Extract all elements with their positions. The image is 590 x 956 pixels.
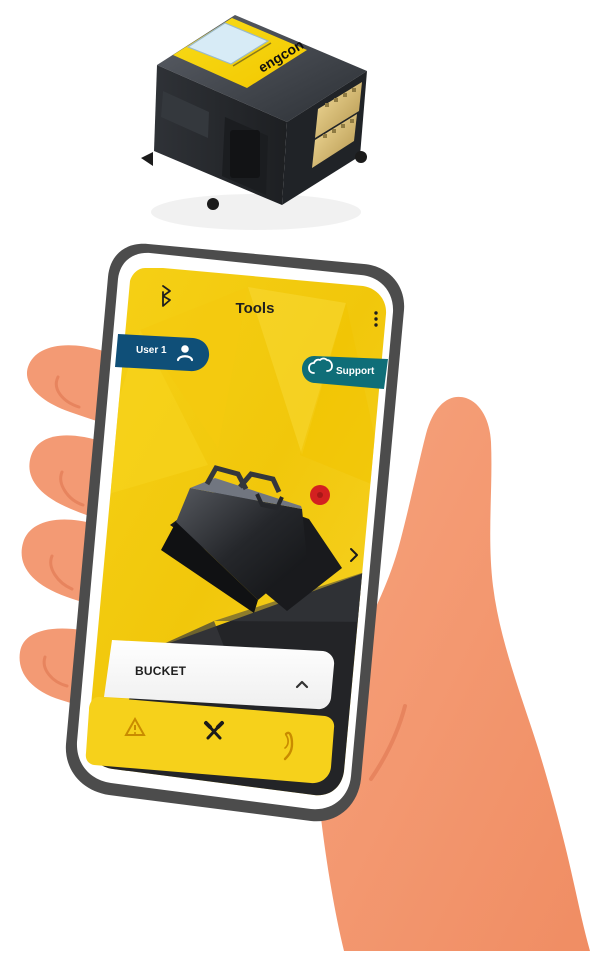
control-unit: engcon	[141, 15, 367, 230]
bluetooth-button[interactable]	[156, 286, 174, 310]
tiltrotator-tab[interactable]	[277, 728, 301, 762]
user-button-hitbox[interactable]	[115, 334, 210, 372]
warning-tab[interactable]	[122, 714, 150, 744]
alert-indicator	[310, 485, 330, 505]
app-title: Tools	[236, 300, 275, 317]
next-tool-button[interactable]	[344, 544, 362, 566]
support-button-hitbox[interactable]	[302, 356, 388, 389]
more-button[interactable]	[369, 307, 383, 331]
tools-tab[interactable]	[200, 716, 230, 746]
scene: engcon Tools User 1 Support BUCKET	[0, 0, 590, 951]
scene-art: engcon Tools	[19, 15, 590, 951]
tool-name-card-hitbox[interactable]	[104, 640, 334, 710]
